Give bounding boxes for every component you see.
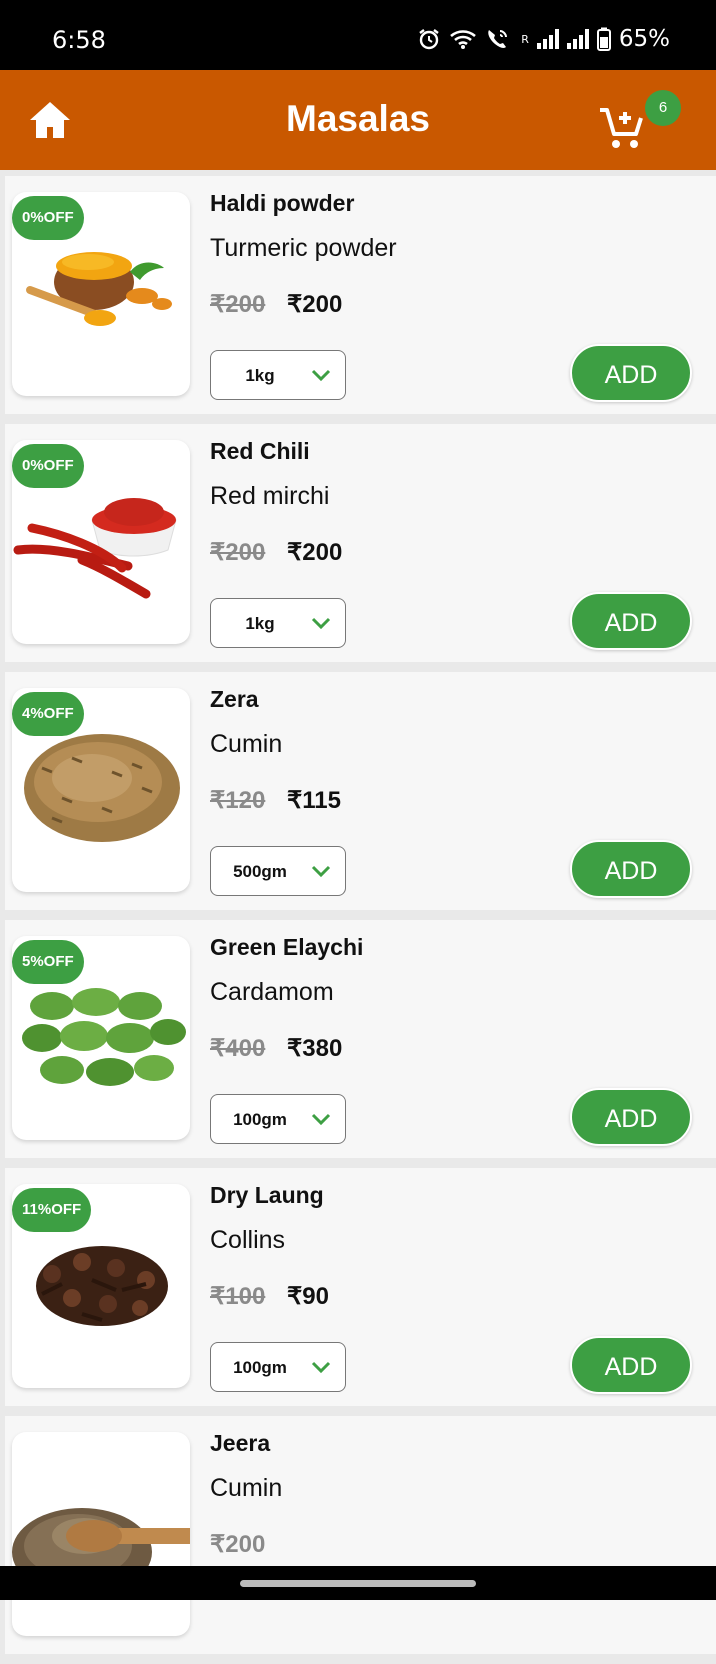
product-list: 0%OFF Haldi powder Turmeric powder ₹200 … [5,176,716,1664]
system-nav-bar [0,1566,716,1600]
add-button[interactable]: ADD [570,1088,692,1146]
product-mrp: ₹120 [210,787,266,814]
product-name: Zera [210,686,259,712]
battery-icon [596,27,611,51]
product-card: 0%OFF Haldi powder Turmeric powder ₹200 … [5,176,716,414]
status-time: 6:58 [52,26,106,54]
status-bar: 6:58 R 65% [0,0,716,70]
add-button[interactable]: ADD [570,1336,692,1394]
wifi-icon [450,30,477,49]
add-button[interactable]: ADD [570,344,692,402]
product-description: Collins [210,1226,286,1254]
app-header: Masalas 6 [0,70,716,170]
product-description: Red mirchi [210,482,330,510]
wifi-calling-icon [488,30,508,48]
product-mrp: ₹200 [210,291,266,318]
quantity-dropdown[interactable]: 1kg [210,598,346,648]
product-card: Jeera Cumin ₹200 [5,1416,716,1654]
product-image [12,1432,190,1636]
alarm-icon [419,29,439,50]
product-name: Dry Laung [210,1182,324,1208]
cart-count-badge: 6 [645,90,681,126]
discount-badge: 0%OFF [12,196,84,240]
gesture-handle[interactable] [240,1580,476,1587]
discount-badge: 11%OFF [12,1188,92,1232]
product-price: ₹90 [287,1283,329,1310]
network-label: R [521,32,529,46]
product-mrp: ₹400 [210,1035,266,1062]
product-mrp: ₹200 [210,1531,266,1558]
product-description: Cumin [210,730,283,758]
quantity-dropdown[interactable]: 100gm [210,1342,346,1392]
signal-icon-2 [566,29,589,49]
discount-badge: 0%OFF [12,444,84,488]
quantity-value: 100gm [233,1110,287,1129]
chevron-down-icon [311,617,331,630]
product-description: Cumin [210,1474,283,1502]
quantity-value: 1kg [245,614,275,633]
product-description: Turmeric powder [210,234,397,262]
product-card: 11%OFF Dry Laung Collins ₹100 ₹90 100gm … [5,1168,716,1406]
quantity-dropdown[interactable]: 1kg [210,350,346,400]
quantity-value: 500gm [233,862,287,881]
quantity-dropdown[interactable]: 500gm [210,846,346,896]
quantity-dropdown[interactable]: 100gm [210,1094,346,1144]
quantity-value: 1kg [245,366,275,385]
chevron-down-icon [311,369,331,382]
discount-badge: 5%OFF [12,940,84,984]
chevron-down-icon [311,865,331,878]
product-price: ₹200 [287,539,343,566]
product-name: Haldi powder [210,190,355,216]
product-mrp: ₹200 [210,539,266,566]
add-shopping-cart-icon[interactable] [598,106,644,152]
product-name: Jeera [210,1430,271,1456]
chevron-down-icon [311,1361,331,1374]
battery-percent: 65% [618,26,670,52]
add-button[interactable]: ADD [570,840,692,898]
product-card: 5%OFF Green Elaychi Cardamom ₹400 ₹380 1… [5,920,716,1158]
quantity-value: 100gm [233,1358,287,1377]
product-description: Cardamom [210,978,334,1006]
product-name: Red Chili [210,438,310,464]
chevron-down-icon [311,1113,331,1126]
product-price: ₹200 [287,291,343,318]
product-price: ₹115 [287,787,341,814]
product-price: ₹380 [287,1035,343,1062]
product-card: 4%OFF Zera Cumin ₹120 ₹115 500gm ADD [5,672,716,910]
product-mrp: ₹100 [210,1283,266,1310]
product-card: 0%OFF Red Chili Red mirchi ₹200 ₹200 1kg… [5,424,716,662]
product-name: Green Elaychi [210,934,364,960]
add-button[interactable]: ADD [570,592,692,650]
discount-badge: 4%OFF [12,692,84,736]
signal-icon [536,29,559,49]
